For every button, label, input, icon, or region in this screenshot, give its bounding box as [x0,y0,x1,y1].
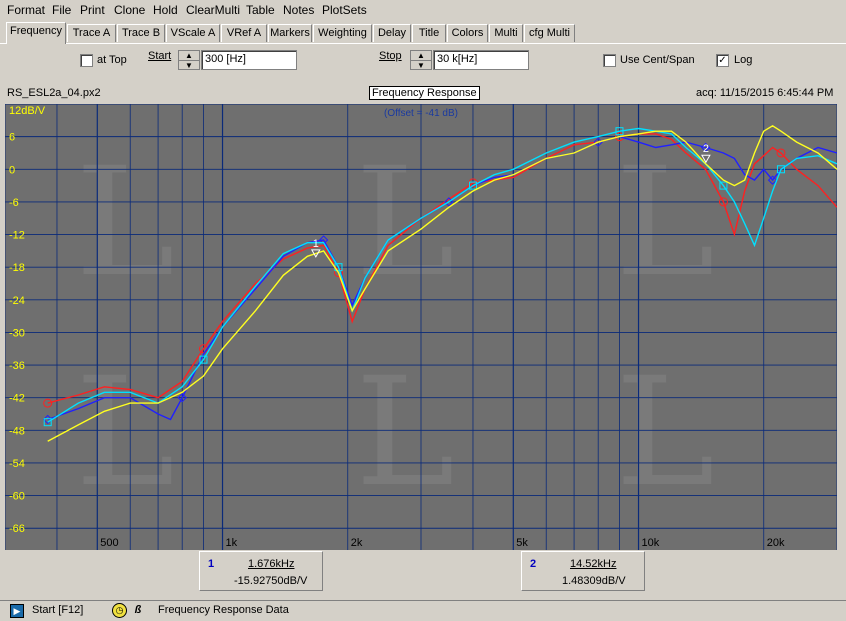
cursor-2-value: 1.48309dB/V [562,575,626,587]
use-cent-span-checkbox[interactable] [603,54,616,67]
y-axis-label: 12dB/V [9,105,46,117]
cursor-2-number: 2 [530,558,537,570]
x-tick-label: 500 [100,537,118,549]
frequency-toolbar: at Top Start ▲ ▼ 300 [Hz] Stop ▲ ▼ 30 k[Hz… [0,43,846,82]
y-tick-label: -66 [9,523,25,535]
menu-clearmulti[interactable]: ClearMulti [186,3,240,17]
start-spinner[interactable]: ▲ ▼ [178,50,200,70]
cursor-1-value: -15.92750dB/V [234,575,308,587]
y-tick-label: 0 [9,164,15,176]
x-tick-label: 20k [767,537,785,549]
file-name: RS_ESL2a_04.px2 [7,87,101,99]
clock-icon[interactable]: ◷ [112,603,127,618]
script-icon[interactable]: ß [131,603,145,617]
log-checkbox[interactable]: ✓ [716,54,729,67]
start-frequency-input[interactable]: 300 [Hz] [201,50,297,70]
at-top-label: at Top [97,54,127,66]
stop-label: Stop [379,50,402,62]
tab-cfg-multi[interactable]: cfg Multi [524,24,575,42]
cursor-marker-label: 2 [703,143,709,155]
x-tick-label: 10k [642,537,660,549]
status-bar: ▶ Start [F12] ◷ ß Frequency Response Dat… [0,600,846,621]
menu-bar: Format File Print Clone Hold ClearMulti … [0,0,846,20]
watermark-logo: L [355,136,455,310]
tab-title[interactable]: Title [412,24,446,42]
tab-strip: Frequency Trace A Trace B VScale A VRef … [0,22,846,44]
y-tick-label: -30 [9,327,25,339]
offset-label: (Offset = -41 dB) [384,108,458,119]
tab-colors[interactable]: Colors [447,24,488,42]
y-tick-label: -6 [9,197,19,209]
tab-multi[interactable]: Multi [489,24,523,42]
watermark-logo: L [75,346,175,520]
use-cent-span-label: Use Cent/Span [620,54,695,66]
y-tick-label: 6 [9,132,15,144]
menu-plotsets[interactable]: PlotSets [322,3,367,17]
menu-notes[interactable]: Notes [283,3,314,17]
y-tick-label: -60 [9,491,25,503]
stop-frequency-input[interactable]: 30 k[Hz] [433,50,529,70]
cursor-1-frequency[interactable]: 1.676kHz [248,558,294,570]
x-tick-label: 5k [516,537,528,549]
cursor-marker-label: 1 [313,238,319,250]
cursor-1-number: 1 [208,558,215,570]
spin-up-icon[interactable]: ▲ [411,51,431,61]
y-tick-label: -54 [9,458,25,470]
y-tick-label: -42 [9,393,25,405]
log-label: Log [734,54,753,66]
spin-up-icon[interactable]: ▲ [179,51,199,61]
x-tick-label: 1k [226,537,238,549]
x-tick-label: 2k [351,537,363,549]
chart-svg: L L LL L L60-6-12-18-24-30-36-42-48-54-60-66… [5,104,837,550]
cursor-2-readout: 2 14.52kHz 1.48309dB/V [521,551,645,591]
start-button[interactable]: Start [F12] [32,604,83,616]
cursor-1-readout: 1 1.676kHz -15.92750dB/V [199,551,323,591]
watermark-logo: L [615,346,715,520]
y-tick-label: -24 [9,295,25,307]
tab-vref-a[interactable]: VRef A [221,24,267,42]
menu-clone[interactable]: Clone [114,3,145,17]
menu-print[interactable]: Print [80,3,105,17]
watermark-logo: L [355,346,455,520]
tab-weighting[interactable]: Weighting [313,24,372,42]
spin-down-icon[interactable]: ▼ [179,61,199,70]
tab-trace-a[interactable]: Trace A [67,24,116,42]
plot-title[interactable]: Frequency Response [369,86,480,100]
tab-vscale-a[interactable]: VScale A [166,24,220,42]
menu-file[interactable]: File [52,3,71,17]
plot-header: RS_ESL2a_04.px2 Frequency Response acq: … [0,82,846,104]
watermark-logo: L [615,136,715,310]
y-tick-label: -36 [9,360,25,372]
tab-delay[interactable]: Delay [373,24,411,42]
start-label: Start [148,50,172,62]
cursor-2-frequency[interactable]: 14.52kHz [570,558,616,570]
status-description: Frequency Response Data [158,604,289,616]
menu-format[interactable]: Format [7,3,45,17]
tab-frequency[interactable]: Frequency [6,22,66,44]
menu-table[interactable]: Table [246,3,275,17]
frequency-response-graph[interactable]: L L L L L L 6 0 -6 -12 -18 -24 -30 -36 -42 -48 -54 -60 -66… [5,104,837,550]
spin-down-icon[interactable]: ▼ [411,61,431,70]
y-tick-label: -12 [9,230,25,242]
play-icon[interactable]: ▶ [10,604,24,618]
tab-markers[interactable]: Markers [268,24,312,42]
watermark-logo: L [75,136,175,310]
series-point [43,398,53,408]
acquisition-timestamp: acq: 11/15/2015 6:45:44 PM [696,87,834,99]
tab-trace-b[interactable]: Trace B [117,24,165,42]
stop-spinner[interactable]: ▲ ▼ [410,50,432,70]
menu-hold[interactable]: Hold [153,3,178,17]
y-tick-label: -18 [9,262,25,274]
at-top-checkbox[interactable] [80,54,93,67]
y-tick-label: -48 [9,425,25,437]
